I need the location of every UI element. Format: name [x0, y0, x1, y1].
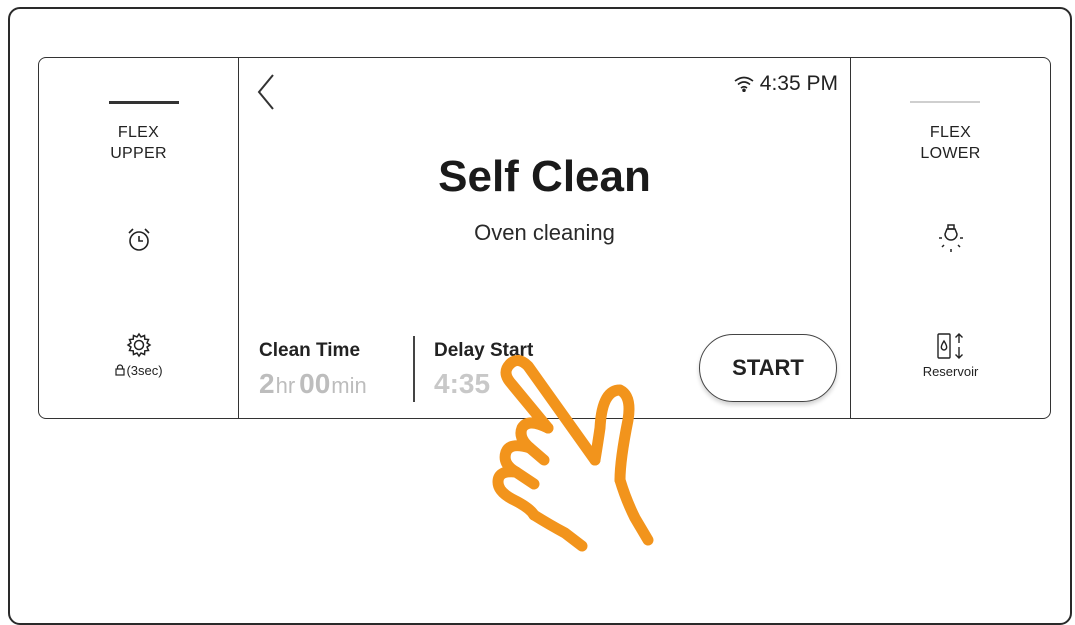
control-lock-label[interactable]: (3sec) — [39, 363, 238, 378]
lock-icon — [115, 364, 126, 376]
lock-duration-text: (3sec) — [126, 363, 163, 378]
wifi-icon — [734, 76, 754, 92]
clean-time-hours-unit: hr — [275, 373, 296, 398]
clean-time-minutes: 00 — [299, 368, 331, 399]
clean-time-minutes-unit: min — [331, 373, 367, 398]
flex-lower-label-line1: FLEX — [929, 124, 972, 141]
clean-time-value: 2hr 00min — [259, 368, 371, 400]
upper-active-indicator — [109, 101, 179, 104]
clean-time-hours: 2 — [259, 368, 275, 399]
chevron-left-icon[interactable] — [255, 72, 277, 117]
flex-upper-button[interactable]: FLEX UPPER — [39, 122, 238, 164]
clean-time-setting[interactable]: Clean Time 2hr 00min — [259, 340, 371, 400]
gear-icon[interactable] — [125, 331, 153, 364]
status-bar: 4:35 PM — [734, 72, 838, 96]
flex-upper-label-line2: UPPER — [110, 145, 167, 162]
clean-time-label: Clean Time — [259, 340, 361, 361]
divider — [413, 336, 415, 402]
flex-upper-label-line1: FLEX — [117, 124, 160, 141]
flex-lower-label-line2: LOWER — [920, 145, 981, 162]
flex-lower-button[interactable]: FLEX LOWER — [851, 122, 1050, 164]
start-button[interactable]: START — [699, 334, 837, 402]
light-bulb-icon[interactable] — [936, 222, 966, 259]
water-reservoir-icon[interactable] — [934, 331, 968, 366]
alarm-clock-icon[interactable] — [124, 225, 154, 260]
page-title: Self Clean — [438, 152, 651, 201]
reservoir-label: Reservoir — [922, 364, 979, 379]
left-side-panel: FLEX UPPER (3sec) — [39, 58, 239, 418]
right-side-panel: FLEX LOWER Reservoir — [850, 58, 1050, 418]
lower-inactive-indicator — [910, 101, 980, 103]
clock-time: 4:35 PM — [759, 72, 838, 95]
page-subtitle: Oven cleaning — [474, 220, 615, 245]
